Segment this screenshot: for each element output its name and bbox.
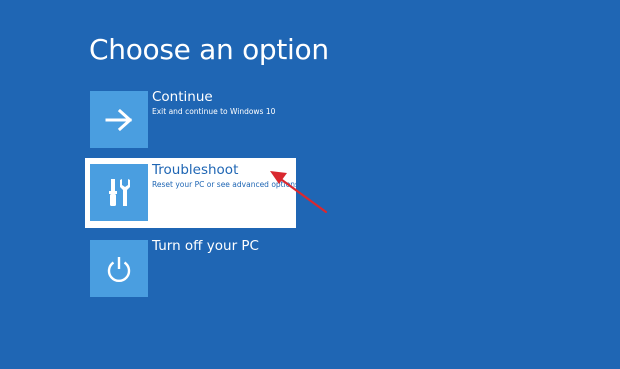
option-troubleshoot-label: Troubleshoot xyxy=(152,162,239,178)
continue-tile[interactable] xyxy=(90,91,148,148)
turn-off-tile[interactable] xyxy=(90,240,148,297)
option-turn-off-label: Turn off your PC xyxy=(152,238,259,254)
option-troubleshoot[interactable]: Troubleshoot Reset your PC or see advanc… xyxy=(90,162,299,221)
option-troubleshoot-description: Reset your PC or see advanced options xyxy=(152,180,299,189)
troubleshoot-tile[interactable] xyxy=(90,164,148,221)
option-continue-label: Continue xyxy=(152,89,213,105)
option-continue[interactable]: Continue Exit and continue to Windows 10 xyxy=(90,89,290,148)
option-turn-off[interactable]: Turn off your PC xyxy=(90,238,290,297)
option-continue-description: Exit and continue to Windows 10 xyxy=(152,107,276,116)
tools-icon xyxy=(109,178,130,206)
recovery-screen: Choose an option Continue Exit and conti… xyxy=(0,0,620,369)
power-icon xyxy=(107,256,131,282)
arrow-right-icon xyxy=(105,108,133,131)
page-title: Choose an option xyxy=(89,33,329,66)
